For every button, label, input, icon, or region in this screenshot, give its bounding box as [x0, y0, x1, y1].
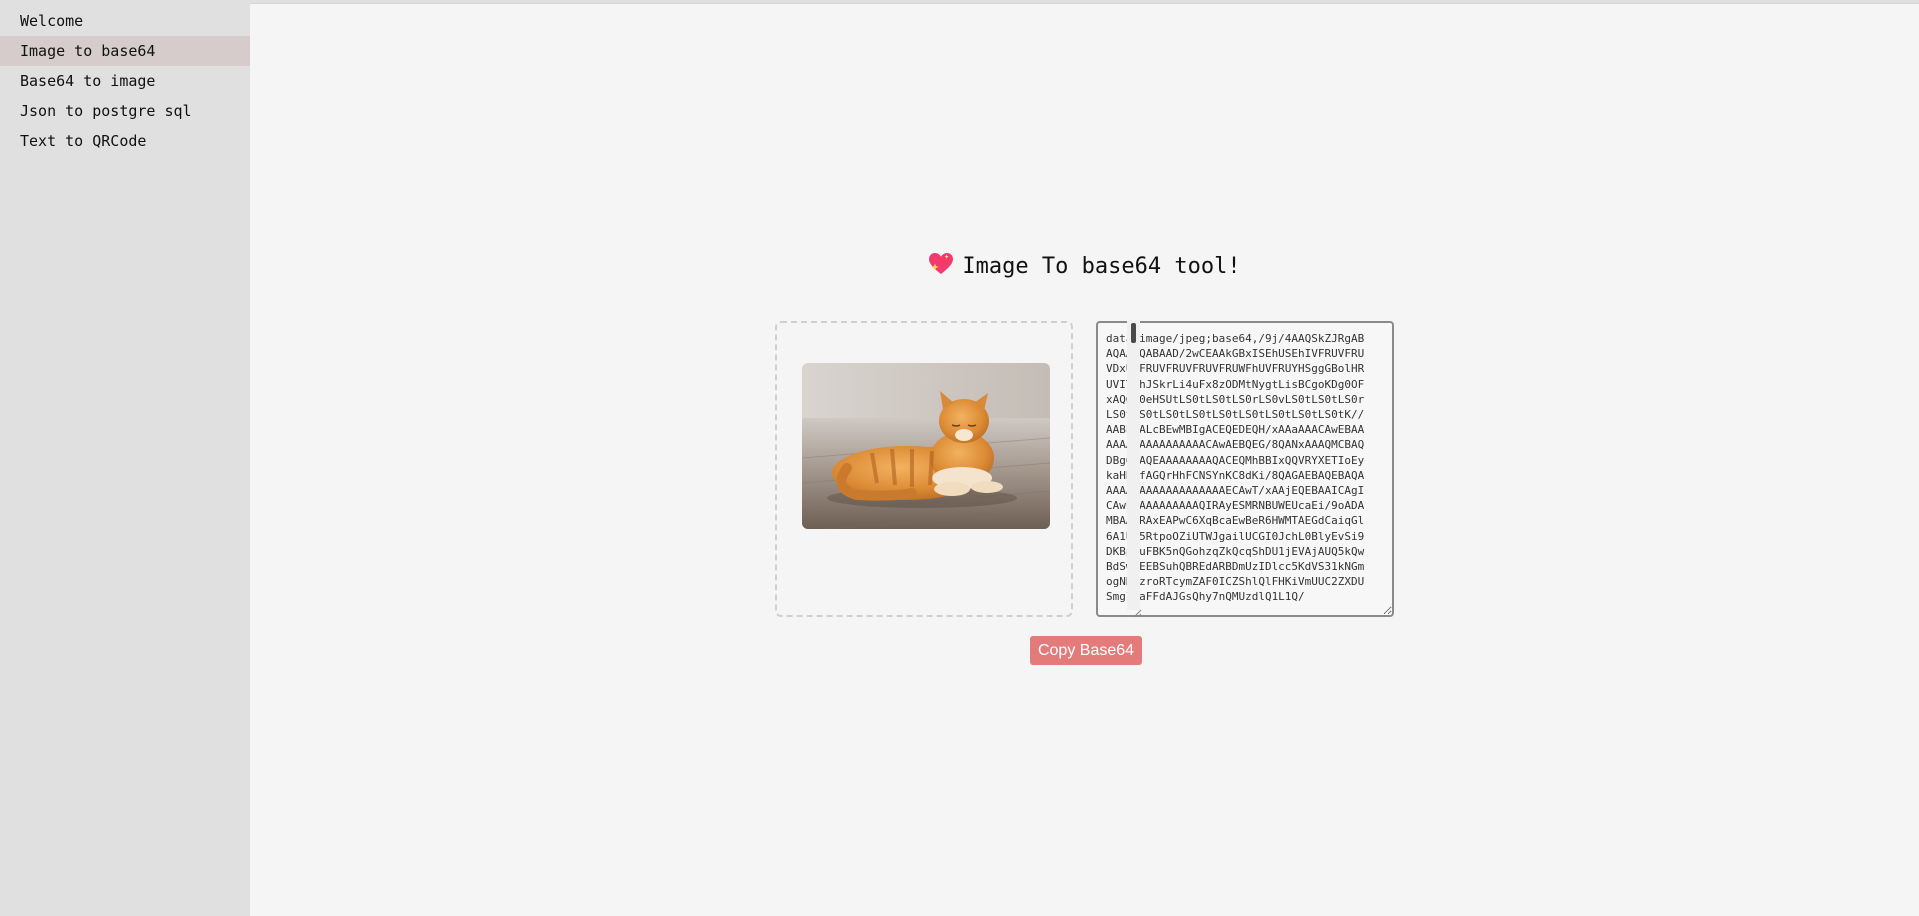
- scrollbar-thumb[interactable]: [1131, 323, 1136, 343]
- sidebar-item-text-to-qrcode[interactable]: Text to QRCode: [0, 126, 250, 156]
- cat-preview-image: [802, 363, 1050, 529]
- sidebar-item-image-to-base64[interactable]: Image to base64: [0, 36, 250, 66]
- base64-output-textarea[interactable]: data:image/jpeg;base64,/9j/4AAQSkZJRgABA…: [1096, 321, 1394, 617]
- resize-grip-icon[interactable]: [1133, 603, 1142, 618]
- sidebar-item-base64-to-image[interactable]: Base64 to image: [0, 66, 250, 96]
- page-title: Image To base64 tool!: [250, 252, 1919, 279]
- copy-base64-button[interactable]: Copy Base64: [1030, 636, 1142, 665]
- sidebar: Welcome Image to base64 Base64 to image …: [0, 0, 250, 916]
- sidebar-item-welcome[interactable]: Welcome: [0, 6, 250, 36]
- image-drop-zone[interactable]: [775, 321, 1073, 617]
- main-content: Image To base64 tool! data:image/jpeg;ba…: [250, 4, 1919, 916]
- page-title-text: Image To base64 tool!: [962, 254, 1241, 279]
- sidebar-item-json-to-postgre-sql[interactable]: Json to postgre sql: [0, 96, 250, 126]
- sidebar-menu: Welcome Image to base64 Base64 to image …: [0, 0, 250, 156]
- sparkling-heart-icon: [928, 252, 954, 276]
- textarea-scrollbar[interactable]: [1127, 320, 1140, 610]
